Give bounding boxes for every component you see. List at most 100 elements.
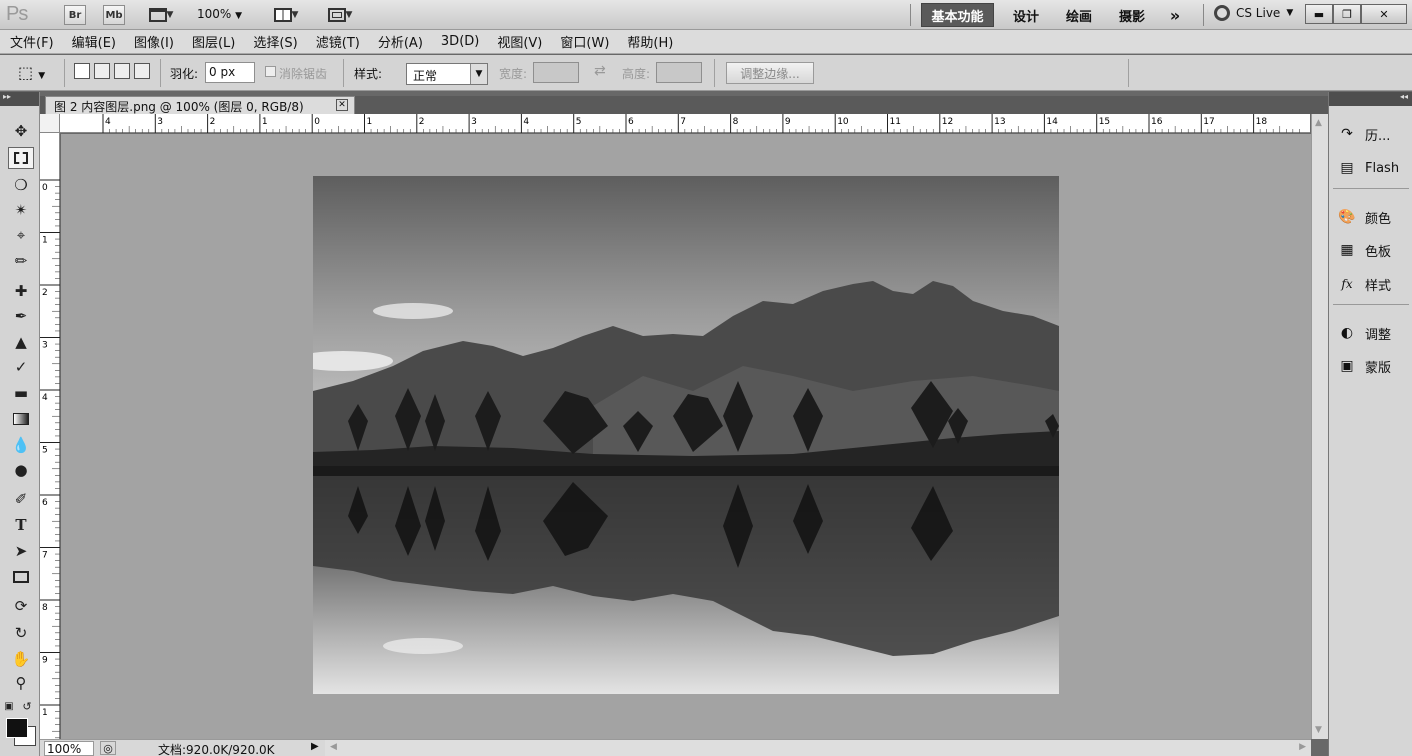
subtract-from-selection-icon[interactable] (114, 63, 130, 79)
3d-rotate-icon[interactable]: ⟳ (8, 595, 34, 617)
color-panel-button[interactable]: 🎨 颜色 (1337, 204, 1391, 230)
ruler-label: 9 (42, 656, 48, 666)
clone-stamp-icon[interactable]: ▲ (8, 331, 34, 353)
refine-edge-button: 调整边缘... (726, 62, 814, 84)
type-tool-icon[interactable]: T (8, 514, 34, 536)
horizontal-ruler[interactable]: 4 3 2 1 0 1 2 3 4 5 6 7 8 9 10 11 12 13 14 15 16 17 18 (60, 114, 1310, 133)
quick-selection-icon[interactable]: ✴ (8, 199, 34, 221)
divider (64, 59, 65, 87)
ruler-label: 11 (890, 117, 901, 127)
swap-colors-icon[interactable]: ↺ (20, 695, 34, 717)
zoom-tool-icon[interactable]: ⚲ (8, 672, 34, 694)
status-bar: 100% ◎ 文档:920.0K/920.0K ▶ (40, 739, 325, 756)
status-document-size: 文档:920.0K/920.0K (158, 743, 275, 756)
styles-panel-button[interactable]: fx 样式 (1337, 271, 1391, 297)
vertical-ruler[interactable]: 012345678910 (40, 133, 60, 752)
gradient-tool-icon[interactable] (8, 408, 34, 430)
masks-panel-button[interactable]: ▣ 蒙版 (1337, 353, 1391, 379)
path-selection-icon[interactable]: ➤ (8, 540, 34, 562)
application-bar: Ps Br Mb ▼ 100% ▼ ▼ ▼ 基本功能 设计 绘画 摄影 » CS… (0, 0, 1412, 30)
ruler-origin[interactable] (40, 114, 60, 133)
eyedropper-icon[interactable]: ✏ (8, 250, 34, 272)
height-label: 高度: (622, 67, 651, 81)
menu-file[interactable]: 文件(F) (10, 32, 54, 51)
eraser-tool-icon[interactable]: ▬ (8, 382, 34, 404)
history-panel-button[interactable]: ↷ 历... (1337, 121, 1390, 147)
scroll-down-icon[interactable]: ▼ (1315, 725, 1322, 735)
add-to-selection-icon[interactable] (94, 63, 110, 79)
cs-live-button[interactable]: CS Live ▼ (1214, 5, 1293, 21)
lasso-tool-icon[interactable]: ❍ (8, 174, 34, 196)
marquee-preset-icon[interactable]: ⬚ ▼ (18, 63, 45, 82)
menu-image[interactable]: 图像(I) (134, 32, 174, 51)
pen-tool-icon[interactable]: ✐ (8, 488, 34, 510)
menu-window[interactable]: 窗口(W) (560, 32, 609, 51)
minimize-icon[interactable]: ▬ (1305, 4, 1333, 24)
divider (910, 4, 911, 26)
brush-tool-icon[interactable]: ✒ (8, 305, 34, 327)
scroll-left-icon[interactable]: ◀ (330, 742, 337, 752)
close-icon[interactable]: ✕ (1361, 4, 1407, 24)
status-menu-icon[interactable]: ▶ (311, 741, 319, 752)
zoom-level[interactable]: 100% ▼ (197, 7, 242, 21)
chevron-down-icon: ▼ (291, 10, 299, 20)
menu-edit[interactable]: 编辑(E) (72, 32, 116, 51)
workspace-painting[interactable]: 绘画 (1057, 3, 1101, 27)
document-image[interactable] (313, 176, 1059, 694)
height-input (656, 62, 702, 83)
menu-select[interactable]: 选择(S) (253, 32, 297, 51)
panel-collapse-icon[interactable]: ◂◂ (1329, 92, 1412, 106)
adjustments-panel-button[interactable]: ◐ 调整 (1337, 320, 1391, 346)
restore-icon[interactable]: ❐ (1333, 4, 1361, 24)
status-zoom-field[interactable]: 100% (44, 741, 94, 756)
status-info-icon[interactable]: ◎ (100, 741, 116, 755)
ruler-label: 3 (157, 117, 163, 127)
arrange-documents-button[interactable]: ▼ (268, 5, 304, 25)
dodge-tool-icon[interactable]: ● (8, 459, 34, 481)
panel-collapse-icon[interactable]: ▸▸ (0, 92, 39, 106)
workspace-design[interactable]: 设计 (1004, 3, 1048, 27)
vertical-scrollbar[interactable]: ▲ ▼ (1311, 114, 1328, 739)
bridge-button[interactable]: Br (64, 5, 86, 25)
ruler-label: 1 (42, 236, 48, 246)
default-colors-icon[interactable]: ▣ (2, 695, 16, 717)
style-select[interactable]: 正常 ▼ (406, 63, 488, 85)
3d-orbit-icon[interactable]: ↻ (8, 622, 34, 644)
swatches-panel-button[interactable]: ▦ 色板 (1337, 237, 1391, 263)
ruler-label: 3 (42, 341, 48, 351)
antialias-checkbox[interactable] (265, 66, 276, 77)
crop-tool-icon[interactable]: ⌖ (8, 224, 34, 246)
feather-input[interactable]: 0 px (205, 62, 255, 83)
foreground-color-swatch[interactable] (6, 718, 28, 738)
flash-panel-button[interactable]: ▤ Flash (1337, 155, 1399, 181)
mini-bridge-button[interactable]: Mb (103, 5, 125, 25)
view-extras-icon (148, 8, 167, 22)
menu-3d[interactable]: 3D(D) (441, 34, 479, 49)
history-brush-icon[interactable]: ✓ (8, 356, 34, 378)
intersect-selection-icon[interactable] (134, 63, 150, 79)
workspace-essentials[interactable]: 基本功能 (921, 3, 994, 27)
menu-filter[interactable]: 滤镜(T) (316, 32, 360, 51)
spot-healing-icon[interactable]: ✚ (8, 280, 34, 302)
menu-analysis[interactable]: 分析(A) (378, 32, 423, 51)
workspace-photography[interactable]: 摄影 (1110, 3, 1154, 27)
arrange-icon (273, 8, 292, 22)
scroll-right-icon[interactable]: ▶ (1299, 742, 1306, 752)
hand-tool-icon[interactable]: ✋ (8, 648, 34, 670)
rectangular-marquee-icon[interactable] (8, 147, 34, 169)
rectangle-tool-icon[interactable] (8, 566, 34, 588)
menu-view[interactable]: 视图(V) (497, 32, 542, 51)
scroll-up-icon[interactable]: ▲ (1315, 118, 1322, 128)
new-selection-icon[interactable] (74, 63, 90, 79)
close-tab-icon[interactable]: ✕ (336, 99, 348, 111)
screen-mode-button[interactable]: ▼ (322, 5, 358, 25)
menu-help[interactable]: 帮助(H) (627, 32, 673, 51)
ruler-label: 2 (419, 117, 425, 127)
document-tab[interactable]: 图 2 内容图层.png @ 100% (图层 0, RGB/8) ✕ (45, 96, 355, 114)
view-extras-button[interactable]: ▼ (143, 5, 179, 25)
move-tool-icon[interactable]: ✥ (8, 120, 34, 142)
more-workspaces-icon[interactable]: » (1160, 3, 1190, 27)
horizontal-scrollbar[interactable]: ◀ ▶ (325, 739, 1311, 756)
menu-layer[interactable]: 图层(L) (192, 32, 235, 51)
blur-tool-icon[interactable]: 💧 (8, 434, 34, 456)
